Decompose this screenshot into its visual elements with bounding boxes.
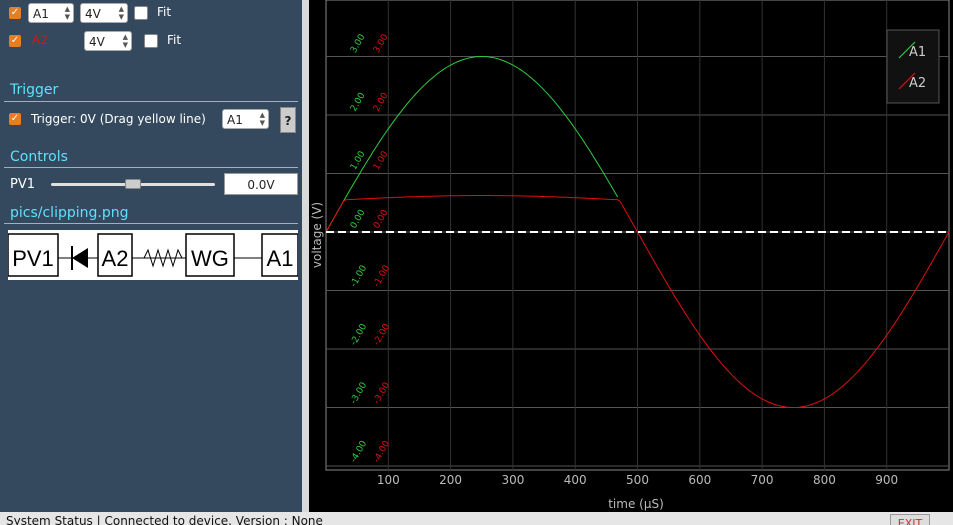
channel-a2-range[interactable]: 4V ▲ ▼ xyxy=(84,31,132,51)
y-tick-label-a1: 0.00 xyxy=(349,208,368,231)
channel-a1-select[interactable]: A1 ▲ ▼ xyxy=(28,3,74,23)
exit-button[interactable]: EXIT xyxy=(890,514,930,525)
spin-arrows-icon: ▲ ▼ xyxy=(259,111,265,127)
trigger-label: Trigger: 0V (Drag yellow line) xyxy=(31,112,206,126)
y-tick-label-a2: -4.00 xyxy=(372,439,392,464)
channel-a1-fit-checkbox[interactable] xyxy=(134,6,148,20)
trigger-source-value: A1 xyxy=(227,113,243,127)
x-tick-label: 500 xyxy=(626,473,649,487)
schematic-a2-label: A2 xyxy=(102,246,129,271)
x-tick-label: 800 xyxy=(813,473,836,487)
sidebar: ✓ A1 ▲ ▼ 4V ▲ ▼ Fit ✓ A2 4V ▲ ▼ Fit Trigger… xyxy=(0,0,302,512)
y-tick-label-a1: -1.00 xyxy=(349,264,369,289)
divider xyxy=(4,223,298,224)
trigger-section-title: Trigger xyxy=(10,82,59,98)
pv1-slider-handle[interactable] xyxy=(125,179,141,189)
pv1-value-field[interactable]: 0.0V xyxy=(224,173,298,195)
x-tick-label: 100 xyxy=(377,473,400,487)
y-tick-label-a1: -3.00 xyxy=(349,381,369,406)
controls-section-title: Controls xyxy=(10,149,68,165)
y-tick-label-a2: -2.00 xyxy=(372,322,392,347)
channel-a2-checkbox[interactable]: ✓ xyxy=(9,35,21,47)
x-tick-label: 300 xyxy=(501,473,524,487)
channel-a2-label: A2 xyxy=(32,33,48,47)
trigger-help-button[interactable]: ? xyxy=(280,107,296,133)
x-axis-label: time (µS) xyxy=(608,497,664,511)
y-tick-label-a1: 2.00 xyxy=(349,91,368,114)
y-tick-label-a1: -4.00 xyxy=(349,439,369,464)
y-tick-label-a1: 3.00 xyxy=(349,32,368,55)
legend-label: A2 xyxy=(909,76,926,91)
spin-arrows-icon: ▲ ▼ xyxy=(64,5,70,21)
y-tick-label-a2: -1.00 xyxy=(372,264,392,289)
y-tick-label-a2: -3.00 xyxy=(372,381,392,406)
schematic-wg-label: WG xyxy=(191,246,229,271)
channel-a1-checkbox[interactable]: ✓ xyxy=(9,7,21,19)
divider xyxy=(4,101,298,102)
x-tick-label: 600 xyxy=(688,473,711,487)
channel-a1-fit-label: Fit xyxy=(157,5,172,19)
channel-a2-fit-label: Fit xyxy=(167,33,182,47)
status-bar: System Status | Connected to device. Ver… xyxy=(0,512,953,525)
channel-a1-select-value: A1 xyxy=(33,7,49,21)
trace-a1 xyxy=(325,56,619,233)
legend: A1 A2 xyxy=(886,29,940,104)
channel-a1-range[interactable]: 4V ▲ ▼ xyxy=(80,3,128,23)
trigger-source-select[interactable]: A1 ▲ ▼ xyxy=(222,109,269,129)
legend-label: A1 xyxy=(909,45,926,60)
channel-a2-range-value: 4V xyxy=(89,35,105,49)
schematic-a1-label: A1 xyxy=(267,246,294,271)
pv1-label: PV1 xyxy=(10,177,36,192)
oscilloscope-plot[interactable]: 3.00 3.00 2.00 2.00 1.00 1.00 0.00 0.00 -1.00 -1.… xyxy=(309,0,953,512)
x-tick-label: 200 xyxy=(439,473,462,487)
channel-a2-fit-checkbox[interactable] xyxy=(144,34,158,48)
schematic-title: pics/clipping.png xyxy=(10,205,129,221)
diode-icon xyxy=(72,248,88,268)
panel-splitter[interactable] xyxy=(302,0,309,512)
x-tick-label: 400 xyxy=(564,473,587,487)
divider xyxy=(4,167,298,168)
y-tick-label-a1: 1.00 xyxy=(349,149,368,172)
y-axis-label: voltage (V) xyxy=(310,202,324,268)
x-tick-label: 700 xyxy=(751,473,774,487)
status-text: System Status | Connected to device. Ver… xyxy=(6,514,323,525)
spin-arrows-icon: ▲ ▼ xyxy=(122,33,128,49)
trigger-checkbox[interactable]: ✓ xyxy=(9,113,21,125)
channel-a1-range-value: 4V xyxy=(85,7,101,21)
clipping-schematic-image: PV1 A2 WG A1 xyxy=(8,230,298,280)
plot-canvas[interactable]: 3.00 3.002.00 2.001.00 1.000.00 0.00-1.00 -1.… xyxy=(309,0,953,512)
x-tick-label: 900 xyxy=(875,473,898,487)
schematic-pv1-label: PV1 xyxy=(12,246,54,271)
y-tick-label-a1: -2.00 xyxy=(349,322,369,347)
spin-arrows-icon: ▲ ▼ xyxy=(118,5,124,21)
